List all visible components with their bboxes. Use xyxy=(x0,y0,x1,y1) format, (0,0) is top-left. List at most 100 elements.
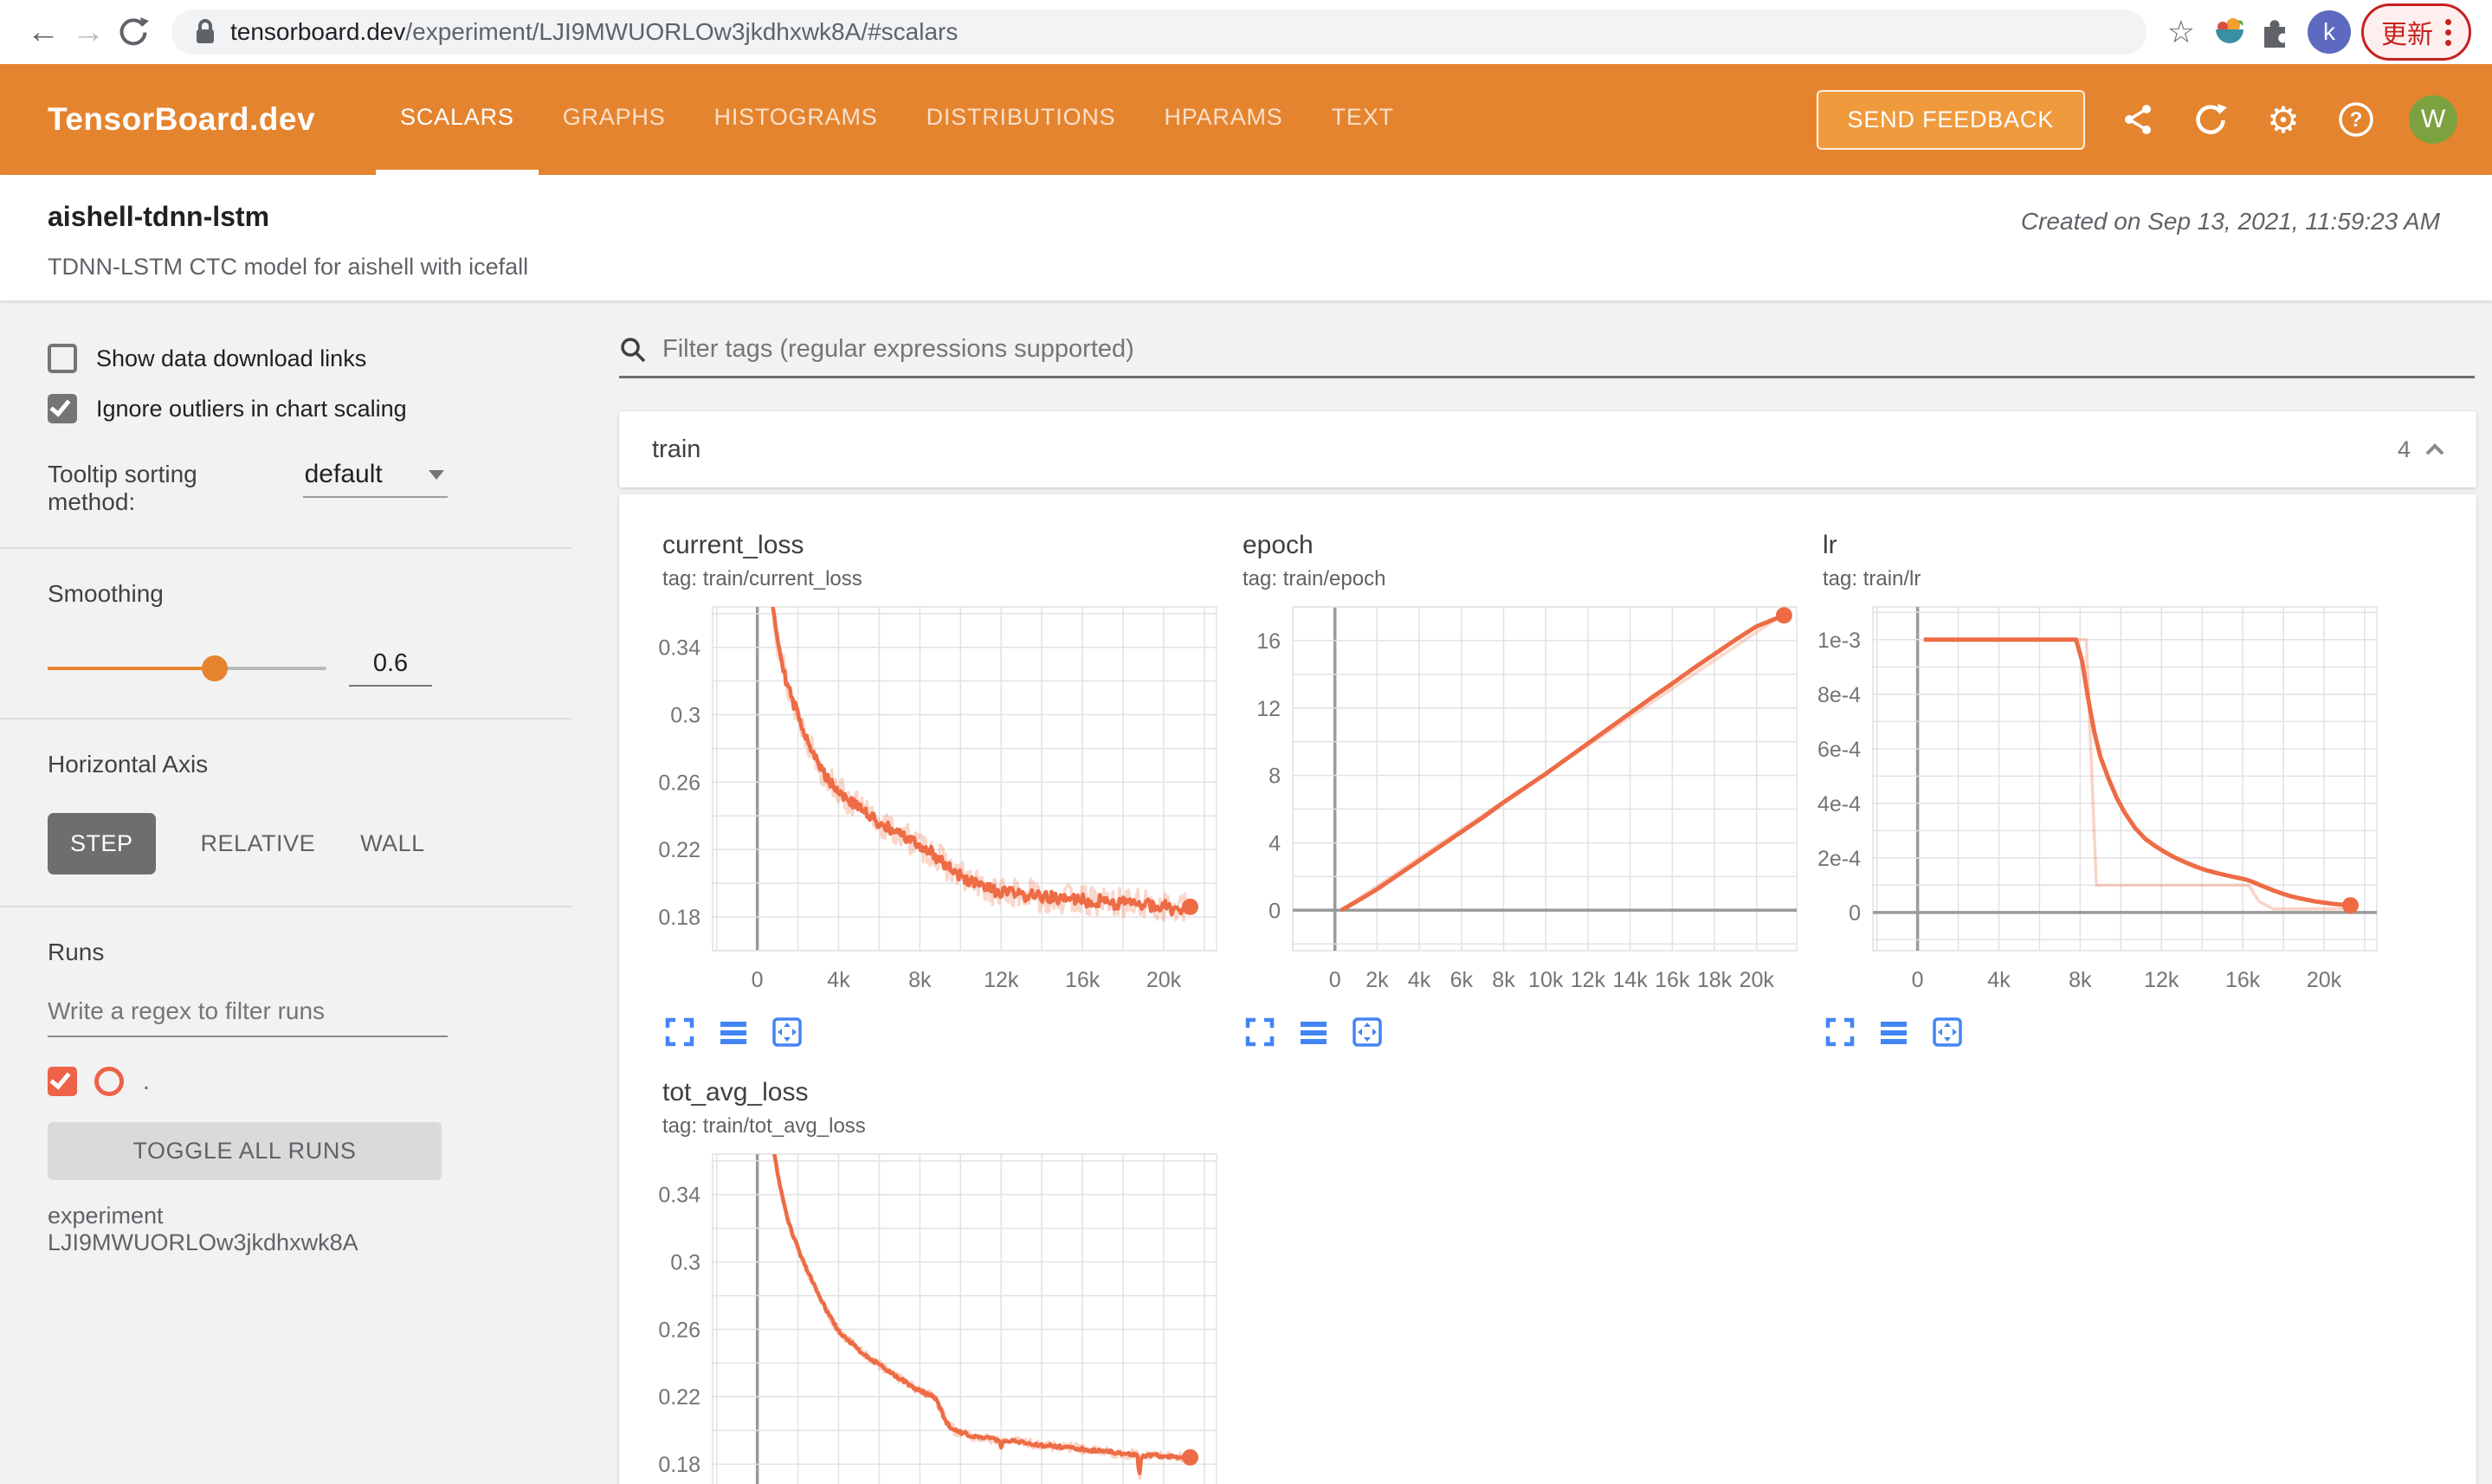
experiment-header: aishell-tdnn-lstm TDNN-LSTM CTC model fo… xyxy=(0,175,2492,300)
axis-step-button[interactable]: STEP xyxy=(48,813,156,874)
svg-text:4k: 4k xyxy=(1987,968,2011,992)
smoothing-label: Smoothing xyxy=(48,580,164,607)
reload-data-icon[interactable] xyxy=(2191,100,2231,139)
svg-text:0.26: 0.26 xyxy=(658,771,700,795)
svg-text:8e-4: 8e-4 xyxy=(1817,683,1861,707)
filter-tags-input[interactable] xyxy=(662,335,2475,364)
show-download-links-row[interactable]: Show data download links xyxy=(48,344,448,373)
log-scale-icon[interactable] xyxy=(718,1017,749,1048)
tab-graphs[interactable]: GRAPHS xyxy=(539,64,690,175)
checkbox-label: Ignore outliers in chart scaling xyxy=(96,395,407,422)
axis-wall-button[interactable]: WALL xyxy=(360,813,425,874)
address-bar[interactable]: tensorboard.dev/experiment/LJI9MWUORLOw3… xyxy=(171,10,2147,55)
scalar-chart: current_loss tag: train/current_loss 0 4k… xyxy=(645,531,1225,1048)
chart-tag: tag: train/tot_avg_loss xyxy=(662,1114,866,1138)
axis-relative-button[interactable]: RELATIVE xyxy=(201,813,316,874)
help-glyph: ? xyxy=(2339,102,2373,137)
tab-histograms[interactable]: HISTOGRAMS xyxy=(690,64,902,175)
svg-text:20k: 20k xyxy=(1740,968,1775,992)
chart-plot-area[interactable]: 04k8k12k16k20k0.340.30.260.220.18 xyxy=(645,1147,1225,1484)
scalars-main: train 4 current_loss tag: train/current_… xyxy=(571,300,2492,1484)
tab-scalars[interactable]: SCALARS xyxy=(376,64,539,175)
svg-text:18k: 18k xyxy=(1697,968,1733,992)
puzzle-glyph xyxy=(2264,20,2285,48)
svg-text:0.3: 0.3 xyxy=(670,704,700,728)
svg-text:4k: 4k xyxy=(1408,968,1431,992)
expand-chart-icon[interactable] xyxy=(664,1017,695,1048)
svg-text:?: ? xyxy=(2350,108,2363,132)
settings-sidebar: Show data download links Ignore outliers… xyxy=(0,300,571,1484)
chart-title: tot_avg_loss xyxy=(662,1078,809,1107)
browser-reload-icon[interactable] xyxy=(111,10,156,55)
svg-text:0.22: 0.22 xyxy=(658,1385,700,1410)
svg-text:12k: 12k xyxy=(1571,968,1606,992)
chevron-up-icon[interactable] xyxy=(2424,442,2445,456)
back-icon[interactable]: ← xyxy=(21,10,66,55)
svg-text:12k: 12k xyxy=(2144,968,2179,992)
extensions-puzzle-icon[interactable] xyxy=(2252,10,2297,55)
chart-actions xyxy=(645,1017,1225,1048)
browser-menu-icon[interactable] xyxy=(2445,18,2451,46)
svg-text:0.22: 0.22 xyxy=(658,838,700,862)
svg-text:2e-4: 2e-4 xyxy=(1817,847,1861,871)
svg-text:0.34: 0.34 xyxy=(658,636,700,661)
charts-grid: current_loss tag: train/current_loss 0 4k… xyxy=(645,531,2476,1484)
browser-toolbar: ← → tensorboard.dev/experiment/LJI9MWUOR… xyxy=(0,0,2492,64)
fit-domain-icon[interactable] xyxy=(1352,1017,1383,1048)
fruit-bowl-glyph xyxy=(2216,18,2243,43)
browser-profile-avatar[interactable]: k xyxy=(2308,10,2351,54)
chart-plot-area[interactable]: 0 4k 8k 12k 16k 20k 0 2e-4 4e-4 6e-4 8e-4 1e-3 xyxy=(1805,600,2385,1016)
svg-text:0: 0 xyxy=(752,968,764,992)
fit-domain-icon[interactable] xyxy=(1932,1017,1963,1048)
browser-update-button[interactable]: 更新 xyxy=(2361,3,2471,61)
bookmark-star-icon[interactable]: ☆ xyxy=(2167,14,2195,50)
help-icon[interactable]: ? xyxy=(2336,100,2376,139)
reload-glyph xyxy=(119,17,149,46)
account-avatar[interactable]: W xyxy=(2409,95,2457,144)
tab-hparams[interactable]: HPARAMS xyxy=(1139,64,1307,175)
chart-plot-area[interactable]: 0 2k 4k 6k 8k 10k 12k 14k 16k 18k 20k 0 4 8 12 16 xyxy=(1225,600,1805,1016)
share-icon[interactable] xyxy=(2118,100,2158,139)
url-path: /experiment/LJI9MWUORLOw3jkdhxwk8A/#scal… xyxy=(405,18,959,45)
log-scale-icon[interactable] xyxy=(1298,1017,1329,1048)
chevron-down-icon xyxy=(429,469,444,480)
experiment-description: TDNN-LSTM CTC model for aishell with ice… xyxy=(48,254,529,280)
ignore-outliers-row[interactable]: Ignore outliers in chart scaling xyxy=(48,394,448,423)
send-feedback-button[interactable]: SEND FEEDBACK xyxy=(1816,89,2085,150)
tab-distributions[interactable]: DISTRIBUTIONS xyxy=(902,64,1140,175)
runs-filter-input[interactable] xyxy=(48,997,448,1025)
tooltip-sorting-dropdown[interactable]: default xyxy=(302,460,448,498)
run-checkbox[interactable] xyxy=(48,1067,77,1096)
runs-label: Runs xyxy=(48,939,105,965)
fit-domain-icon[interactable] xyxy=(771,1017,803,1048)
expand-chart-icon[interactable] xyxy=(1824,1017,1856,1048)
svg-text:16k: 16k xyxy=(1065,968,1101,992)
toggle-all-runs-button[interactable]: TOGGLE ALL RUNS xyxy=(48,1122,442,1180)
slider-thumb[interactable] xyxy=(202,655,229,681)
svg-text:6e-4: 6e-4 xyxy=(1817,738,1861,762)
svg-text:2k: 2k xyxy=(1365,968,1389,992)
run-color-swatch[interactable] xyxy=(94,1067,124,1096)
chart-plot-area[interactable]: 04k8k12k16k20k0.340.30.260.220.18 xyxy=(645,600,1225,1016)
tab-text[interactable]: TEXT xyxy=(1307,64,1418,175)
svg-text:16k: 16k xyxy=(2225,968,2261,992)
svg-text:8: 8 xyxy=(1269,765,1281,789)
charts-card: current_loss tag: train/current_loss 0 4k… xyxy=(619,494,2476,1484)
smoothing-slider[interactable] xyxy=(48,655,326,681)
forward-icon[interactable]: → xyxy=(66,10,111,55)
ignore-outliers-checkbox[interactable] xyxy=(48,394,77,423)
svg-text:14k: 14k xyxy=(1612,968,1648,992)
expand-chart-icon[interactable] xyxy=(1244,1017,1275,1048)
log-scale-icon[interactable] xyxy=(1878,1017,1909,1048)
svg-text:4: 4 xyxy=(1269,831,1281,855)
svg-text:6k: 6k xyxy=(1450,968,1474,992)
svg-text:0.26: 0.26 xyxy=(658,1318,700,1342)
app-logo[interactable]: TensorBoard.dev xyxy=(48,101,315,138)
chart-title: current_loss xyxy=(662,531,804,559)
settings-gear-icon[interactable]: ⚙ xyxy=(2263,100,2303,140)
scalar-chart: epoch tag: train/epoch 0 2k 4k 6k 8k 10k 12k 14… xyxy=(1225,531,1805,1048)
smoothing-value[interactable]: 0.6 xyxy=(349,649,432,687)
train-group-header[interactable]: train 4 xyxy=(619,411,2476,487)
show-download-links-checkbox[interactable] xyxy=(48,344,77,373)
extension-fruit-icon[interactable] xyxy=(2207,10,2252,55)
